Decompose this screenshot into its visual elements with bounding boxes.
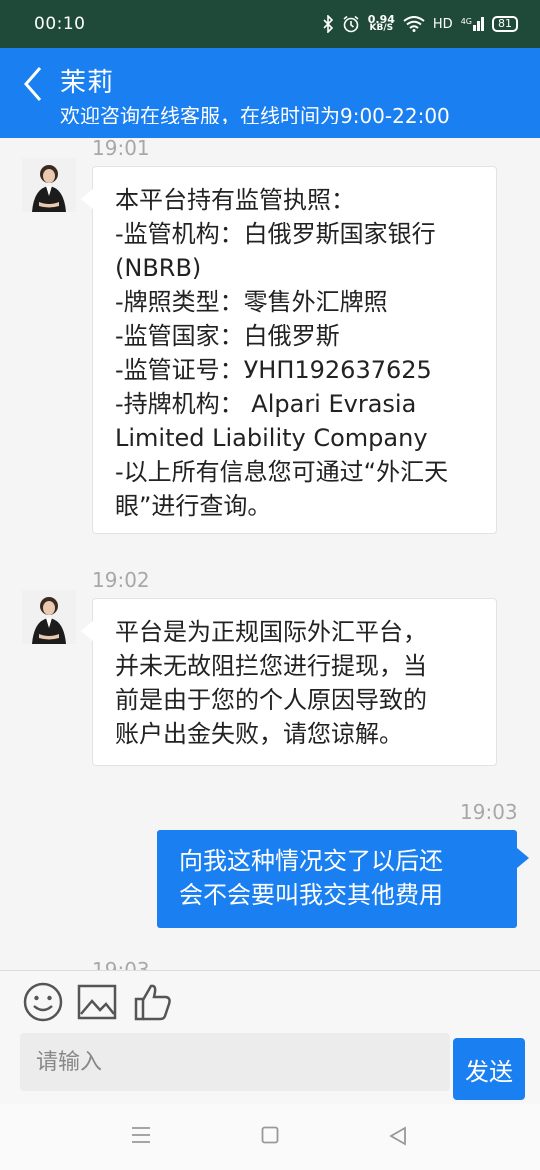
signal-label: 4G [460,17,472,26]
agent-avatar-image [22,158,76,212]
chat-messages[interactable]: 19:01 本平台持有监管执照： -监管机构：白俄罗斯国家银行 (NBRB) -… [0,138,540,970]
square-icon[interactable] [261,1126,279,1144]
message-line: -监管证号：УНП192637625 [115,356,432,384]
message-time: 19:01 [92,138,150,160]
message-input[interactable] [20,1033,450,1091]
battery-indicator: 81 [492,16,518,32]
bluetooth-icon [323,15,333,33]
menu-icon[interactable] [131,1126,151,1144]
message-time: 19:02 [92,568,150,592]
input-area: 发送 [0,970,540,1104]
thumbs-up-icon[interactable] [132,981,174,1023]
message-time: 19:03 [460,800,518,824]
chat-title: 茉莉 [60,68,115,98]
smiley-icon[interactable] [22,981,64,1023]
net-speed: 0.94 KB/S [368,14,395,33]
message-line: 平台是为正规国际外汇平台， [115,618,427,646]
message-line: 本平台持有监管执照： [115,186,355,214]
status-bar: 00:10 0.94 KB/S HD 4G 81 [0,0,540,48]
agent-message-bubble: 本平台持有监管执照： -监管机构：白俄罗斯国家银行 (NBRB) -牌照类型：零… [81,166,497,534]
message-line: Limited Liability Company [115,424,428,452]
chat-subtitle: 欢迎咨询在线客服，在线时间为9:00-22:00 [60,104,450,124]
message-line: 前是由于您的个人原因导致的 [115,686,427,714]
net-speed-unit: KB/S [369,23,394,33]
message-line: -监管机构：白俄罗斯国家银行 [115,220,436,248]
agent-message-bubble: 平台是为正规国际外汇平台， 并未无故阻拦您进行提现，当 前是由于您的个人原因导致… [81,598,497,766]
signal-icon: 4G [461,17,484,31]
chevron-left-icon[interactable] [18,64,48,104]
message-line: (NBRB) [115,254,202,282]
message-line: -监管国家：白俄罗斯 [115,322,340,350]
agent-avatar [22,158,76,212]
agent-avatar-image [22,590,76,644]
message-line: 账户出金失败，请您谅解。 [115,720,403,748]
status-icons: 0.94 KB/S HD 4G 81 [322,14,518,33]
message-line: -牌照类型：零售外汇牌照 [115,288,388,316]
image-icon[interactable] [76,981,118,1023]
message-line: 会不会要叫我交其他费用 [179,881,443,909]
message-line: 眼”进行查询。 [115,492,272,520]
network-type: HD [432,16,453,32]
send-button[interactable]: 发送 [453,1038,525,1100]
status-time: 00:10 [34,14,86,34]
agent-avatar [22,590,76,644]
message-line: -以上所有信息您可通过“外汇天 [115,458,449,486]
message-line: -持牌机构： Alpari Evrasia [115,390,417,418]
alarm-icon [343,15,359,33]
message-time: 19:03 [92,958,150,970]
user-message-bubble: 向我这种情况交了以后还 会不会要叫我交其他费用 [157,830,529,928]
wifi-icon [403,16,425,32]
system-nav-bar [0,1104,540,1170]
message-line: 向我这种情况交了以后还 [179,847,443,875]
chat-header: 茉莉 欢迎咨询在线客服，在线时间为9:00-22:00 [0,48,540,138]
message-line: 并未无故阻拦您进行提现，当 [115,652,427,680]
triangle-back-icon[interactable] [388,1126,408,1146]
